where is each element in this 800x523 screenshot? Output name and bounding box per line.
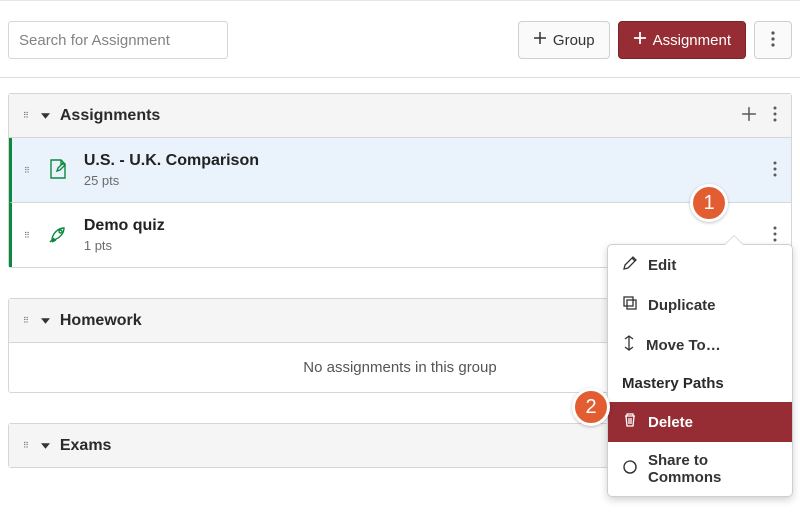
drag-handle-icon[interactable]: ⠿ bbox=[23, 318, 31, 323]
search-input[interactable] bbox=[8, 21, 228, 59]
menu-label: Share to Commons bbox=[648, 452, 778, 486]
assignment-title: U.S. - U.K. Comparison bbox=[84, 152, 757, 170]
drag-handle-icon[interactable]: ⠿ bbox=[23, 113, 31, 118]
add-group-button[interactable]: Group bbox=[518, 21, 610, 59]
menu-item-duplicate[interactable]: Duplicate bbox=[608, 285, 792, 325]
row-more-button[interactable] bbox=[773, 226, 777, 245]
toolbar-more-button[interactable] bbox=[754, 21, 792, 59]
toolbar-actions: Group Assignment bbox=[518, 21, 792, 59]
assignment-info: U.S. - U.K. Comparison 25 pts bbox=[84, 152, 757, 188]
group-actions bbox=[741, 106, 777, 125]
plus-icon bbox=[533, 31, 547, 49]
drag-handle-icon[interactable]: ⠿ bbox=[23, 443, 31, 448]
group-title: Assignments bbox=[60, 107, 731, 125]
commons-icon bbox=[622, 459, 638, 479]
menu-item-move-to[interactable]: Move To… bbox=[608, 325, 792, 365]
menu-label: Mastery Paths bbox=[622, 375, 724, 392]
kebab-icon bbox=[771, 31, 775, 50]
add-assignment-button[interactable]: Assignment bbox=[618, 21, 746, 59]
row-more-button[interactable] bbox=[773, 161, 777, 180]
move-icon bbox=[622, 335, 636, 355]
menu-label: Move To… bbox=[646, 337, 721, 354]
drag-handle-icon[interactable]: ⠿ bbox=[24, 233, 32, 238]
kebab-icon[interactable] bbox=[773, 106, 777, 125]
menu-item-share[interactable]: Share to Commons bbox=[608, 442, 792, 496]
plus-icon bbox=[633, 31, 647, 49]
menu-item-delete[interactable]: Delete bbox=[608, 402, 792, 442]
duplicate-icon bbox=[622, 295, 638, 315]
callout-2: 2 bbox=[572, 388, 610, 426]
drag-handle-icon[interactable]: ⠿ bbox=[24, 168, 32, 173]
toolbar: Group Assignment bbox=[0, 1, 800, 78]
trash-icon bbox=[622, 412, 638, 432]
menu-item-edit[interactable]: Edit bbox=[608, 245, 792, 285]
menu-label: Duplicate bbox=[648, 297, 716, 314]
menu-label: Delete bbox=[648, 414, 693, 431]
menu-item-mastery-paths[interactable]: Mastery Paths bbox=[608, 365, 792, 402]
group-assignments: ⠿ Assignments ⠿ bbox=[8, 93, 792, 268]
caret-down-icon bbox=[41, 113, 50, 119]
row-context-menu: Edit Duplicate Move To… Mastery Paths De… bbox=[607, 244, 793, 497]
assignment-title: Demo quiz bbox=[84, 217, 757, 235]
add-assignment-label: Assignment bbox=[653, 32, 731, 49]
add-group-label: Group bbox=[553, 32, 595, 49]
assignment-meta: 25 pts bbox=[84, 173, 757, 188]
menu-label: Edit bbox=[648, 257, 676, 274]
pencil-icon bbox=[622, 255, 638, 275]
caret-down-icon bbox=[41, 443, 50, 449]
assignment-row[interactable]: ⠿ U.S. - U.K. Comparison 25 pts bbox=[9, 138, 791, 202]
group-header[interactable]: ⠿ Assignments bbox=[9, 94, 791, 138]
assignment-icon bbox=[48, 158, 68, 183]
callout-1: 1 bbox=[690, 184, 728, 222]
add-item-icon[interactable] bbox=[741, 106, 757, 125]
quiz-icon bbox=[48, 224, 68, 247]
caret-down-icon bbox=[41, 318, 50, 324]
